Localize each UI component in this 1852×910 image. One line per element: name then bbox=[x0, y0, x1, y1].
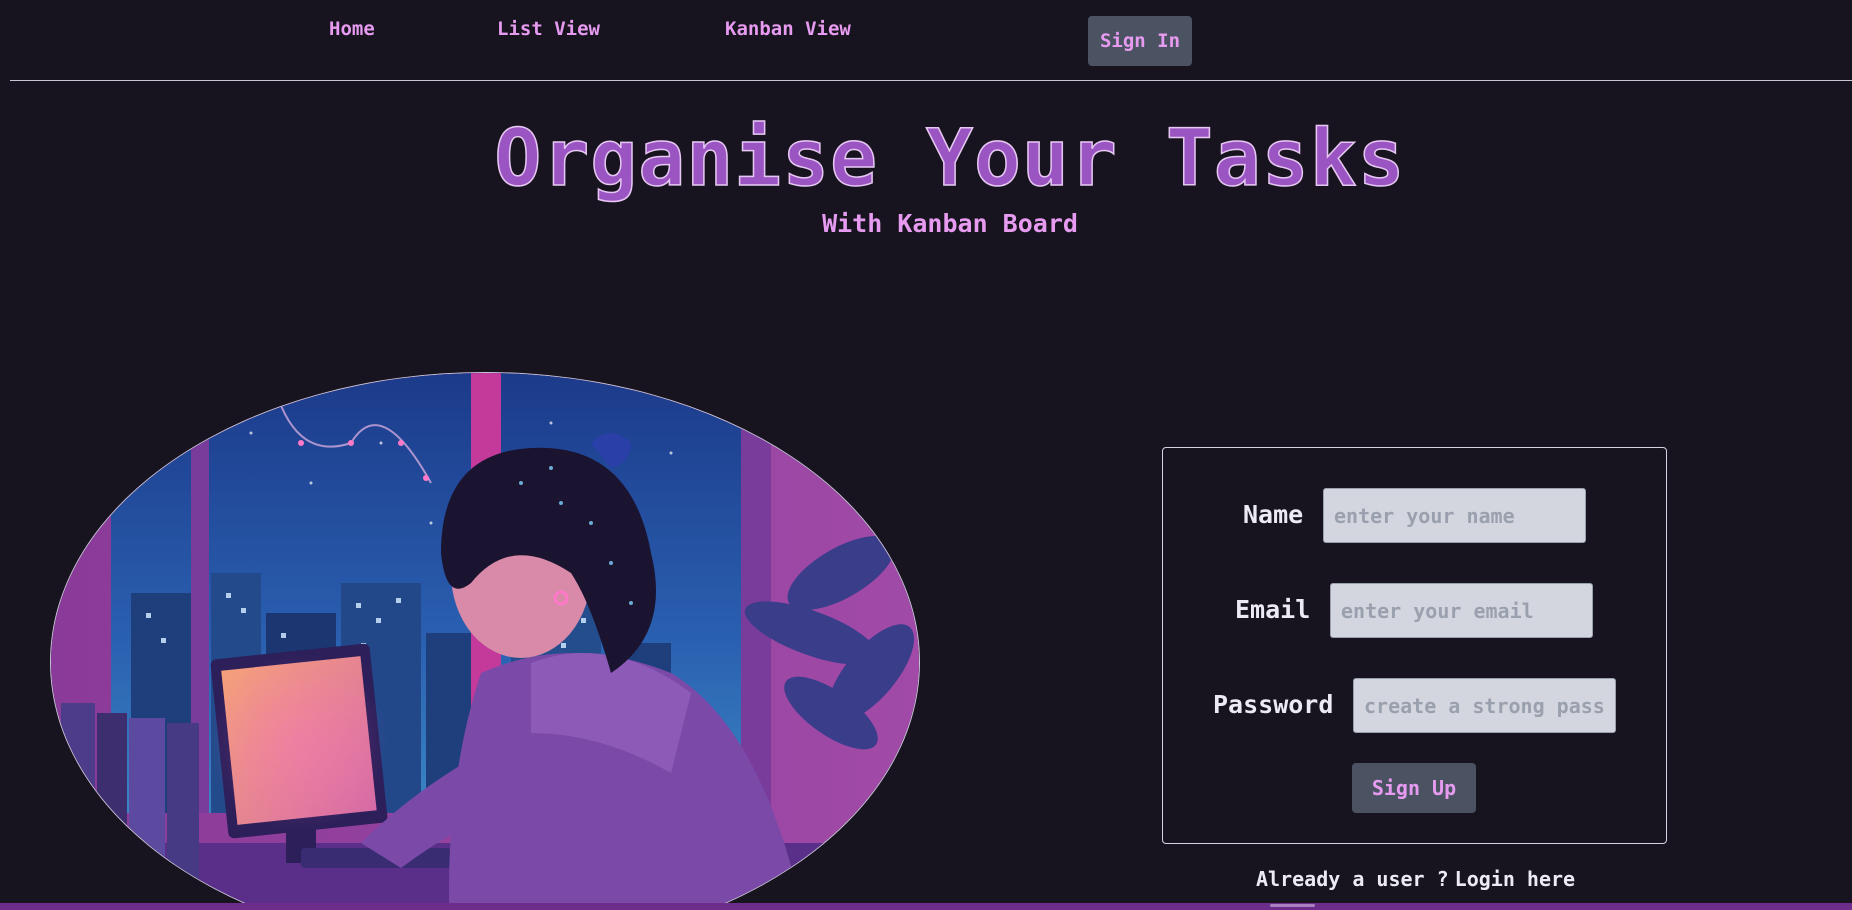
email-label: Email bbox=[1235, 595, 1311, 624]
sign-in-button[interactable]: Sign In bbox=[1088, 16, 1192, 66]
lofi-girl-at-computer-illustration bbox=[51, 373, 919, 910]
sign-up-button[interactable]: Sign Up bbox=[1352, 763, 1476, 813]
name-input[interactable] bbox=[1323, 488, 1586, 543]
password-label: Password bbox=[1213, 690, 1334, 719]
hero-illustration bbox=[50, 372, 920, 910]
page-subtitle: With Kanban Board bbox=[822, 209, 1078, 238]
nav-link-kanban-view[interactable]: Kanban View bbox=[725, 18, 851, 40]
login-link[interactable]: Login here bbox=[1455, 867, 1575, 891]
scrollbar-thumb[interactable] bbox=[1270, 904, 1315, 907]
name-label: Name bbox=[1243, 500, 1304, 529]
horizontal-scrollbar[interactable] bbox=[0, 903, 1852, 910]
login-prompt-text: Already a user ? bbox=[1256, 867, 1449, 891]
nav-link-list-view[interactable]: List View bbox=[497, 18, 600, 40]
password-input[interactable] bbox=[1353, 678, 1616, 733]
login-prompt-line: Already a user ? Login here bbox=[1256, 867, 1575, 891]
email-input[interactable] bbox=[1330, 583, 1593, 638]
nav-link-home[interactable]: Home bbox=[329, 18, 375, 40]
page-title: Organise Your Tasks bbox=[494, 114, 1406, 204]
nav-divider bbox=[10, 80, 1852, 81]
